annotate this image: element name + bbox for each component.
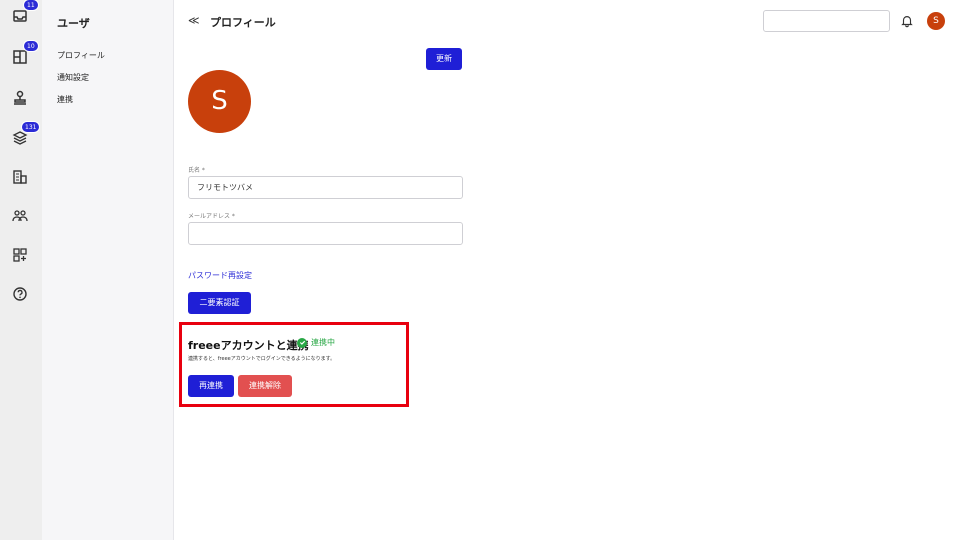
name-field[interactable] <box>188 176 463 199</box>
password-reset-link[interactable]: パスワード再設定 <box>188 270 252 281</box>
rail-item-users[interactable] <box>9 205 31 227</box>
update-button[interactable]: 更新 <box>426 48 462 70</box>
sidebar-item-profile[interactable]: プロフィール <box>57 50 105 61</box>
users-icon <box>12 210 28 222</box>
disconnect-button[interactable]: 連携解除 <box>238 375 292 397</box>
reconnect-button[interactable]: 再連携 <box>188 375 234 397</box>
sidebar-item-integrations[interactable]: 連携 <box>57 94 73 105</box>
icon-rail: 11 10 131 <box>0 0 42 540</box>
apps-add-icon <box>13 248 27 262</box>
bell-icon[interactable] <box>900 14 914 28</box>
back-button[interactable]: ≪ <box>188 14 200 27</box>
rail-badge-inbox: 11 <box>23 0 39 11</box>
email-label: メールアドレス * <box>188 213 235 220</box>
rail-badge-board: 10 <box>23 40 39 52</box>
rail-item-company[interactable] <box>9 166 31 188</box>
building-icon <box>13 170 27 184</box>
rail-item-layers[interactable]: 131 <box>9 121 41 149</box>
stamp-icon <box>14 90 26 105</box>
user-sidebar: ユーザ プロフィール 通知設定 連携 <box>42 0 174 540</box>
sidebar-title: ユーザ <box>57 17 90 30</box>
check-circle-icon <box>297 337 307 348</box>
profile-avatar[interactable]: S <box>188 70 251 133</box>
email-field[interactable] <box>188 222 463 245</box>
rail-item-help[interactable] <box>9 283 31 305</box>
two-factor-button[interactable]: 二要素認証 <box>188 292 251 314</box>
page-title: プロフィール <box>210 16 276 29</box>
freee-section-title: freeeアカウントと連携 <box>188 339 309 352</box>
rail-item-apps[interactable] <box>9 244 31 266</box>
rail-item-board[interactable]: 10 <box>9 40 39 68</box>
rail-item-stamp[interactable] <box>9 87 31 109</box>
freee-description: 連携すると、freeeアカウントでログインできるようになります。 <box>188 356 336 362</box>
name-label: 氏名 * <box>188 167 205 174</box>
sidebar-item-notifications[interactable]: 通知設定 <box>57 72 89 83</box>
user-avatar[interactable]: S <box>927 12 945 30</box>
rail-item-inbox[interactable]: 11 <box>9 0 39 27</box>
help-icon <box>13 287 27 301</box>
rail-badge-layers: 131 <box>21 121 41 133</box>
search-input[interactable] <box>763 10 890 32</box>
status-text: 連携中 <box>311 338 335 347</box>
status-badge: 連携中 <box>297 337 335 348</box>
